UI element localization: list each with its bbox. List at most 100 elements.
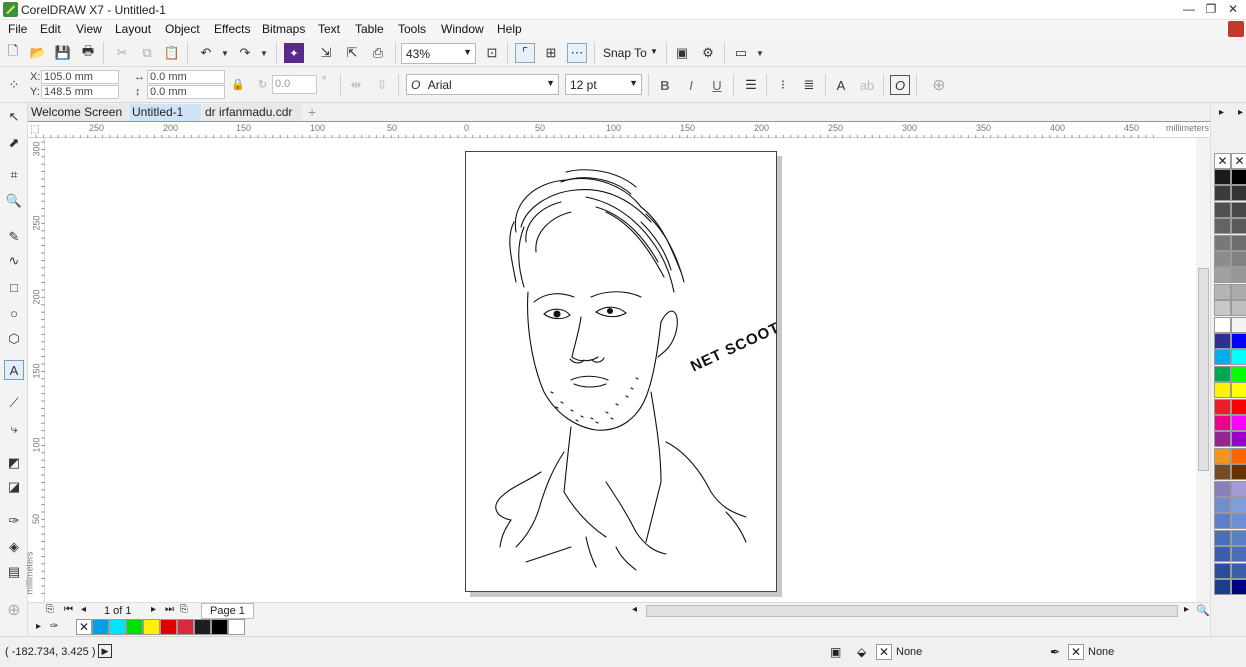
search-content-icon[interactable]: ✦	[284, 43, 304, 63]
snap-to-button[interactable]: Snap To	[603, 46, 647, 60]
launcher-chevron-icon[interactable]: ▼	[750, 43, 770, 63]
tab-dr-irfanmadu[interactable]: dr irfanmadu.cdr	[202, 104, 302, 121]
italic-icon[interactable]: I	[681, 75, 701, 95]
welcome-screen-icon[interactable]: ▣	[672, 43, 692, 63]
bold-icon[interactable]: B	[655, 75, 675, 95]
color-swatch[interactable]	[1214, 349, 1231, 366]
redo-icon[interactable]: ↷	[235, 43, 255, 63]
color-swatch[interactable]	[126, 619, 143, 635]
color-swatch[interactable]	[1231, 169, 1246, 185]
color-swatch[interactable]	[1214, 431, 1231, 448]
paste-icon[interactable]: 📋	[162, 43, 182, 63]
freehand-tool-icon[interactable]: ✎	[4, 227, 24, 247]
add-page-after-icon[interactable]: ⎘	[180, 604, 188, 615]
color-swatch[interactable]	[143, 619, 160, 635]
previous-page-icon[interactable]: ◂	[81, 604, 86, 615]
mirror-horizontal-icon[interactable]: ⇹	[346, 75, 366, 95]
menu-window[interactable]: Window	[441, 22, 484, 36]
menu-help[interactable]: Help	[497, 22, 522, 36]
color-swatch[interactable]	[1231, 316, 1246, 333]
edit-text-icon[interactable]: ab	[857, 75, 877, 95]
color-swatch[interactable]	[1214, 234, 1231, 251]
show-guidelines-icon[interactable]: ⋯	[567, 43, 587, 63]
color-swatch[interactable]	[1214, 185, 1231, 202]
color-swatch[interactable]	[1231, 185, 1246, 202]
print-icon[interactable]: 🖶	[78, 43, 98, 63]
portrait-line-drawing[interactable]	[466, 152, 778, 593]
outline-color-swatch[interactable]: ✕	[1068, 644, 1084, 660]
color-swatch[interactable]	[92, 619, 109, 635]
x-position-input[interactable]: 105.0 mm	[41, 70, 119, 84]
menu-edit[interactable]: Edit	[40, 22, 61, 36]
color-swatch[interactable]	[1214, 300, 1231, 317]
color-swatch[interactable]	[1214, 480, 1231, 497]
no-fill-swatch[interactable]: ✕	[1214, 153, 1231, 169]
opentype-features-icon[interactable]: O	[890, 75, 910, 95]
page-tab[interactable]: Page 1	[201, 603, 254, 619]
menu-bitmaps[interactable]: Bitmaps	[262, 22, 305, 36]
color-swatch[interactable]	[1214, 169, 1231, 185]
menu-object[interactable]: Object	[165, 22, 200, 36]
options-icon[interactable]: ⚙	[698, 43, 718, 63]
cut-icon[interactable]: ✂	[112, 43, 132, 63]
import-icon[interactable]: ⇲	[316, 43, 336, 63]
parallel-dimension-tool-icon[interactable]: ⟋	[4, 393, 24, 413]
color-swatch[interactable]	[1214, 464, 1231, 481]
crop-tool-icon[interactable]: ⌗	[4, 165, 24, 185]
menu-text[interactable]: Text	[318, 22, 340, 36]
y-position-input[interactable]: 148.5 mm	[41, 85, 119, 99]
color-swatch[interactable]	[1231, 333, 1246, 349]
palette-scroll-up-icon[interactable]: ▸	[1238, 107, 1243, 118]
color-swatch[interactable]	[1231, 579, 1246, 595]
palette-scroll-up-icon[interactable]: ▸	[1219, 107, 1224, 118]
color-swatch[interactable]	[1231, 218, 1246, 235]
no-color-swatch[interactable]: ✕	[76, 619, 92, 635]
close-button[interactable]: ✕	[1222, 1, 1244, 18]
underline-icon[interactable]: U	[707, 75, 727, 95]
color-swatch[interactable]	[1214, 267, 1231, 284]
publish-pdf-icon[interactable]: ⎙	[368, 43, 388, 63]
font-size-dropdown[interactable]: 12 pt ▼	[565, 74, 642, 95]
color-swatch[interactable]	[1231, 513, 1246, 530]
color-swatch[interactable]	[1231, 283, 1246, 300]
document-page[interactable]: NET SCOOT	[465, 151, 783, 593]
color-swatch[interactable]	[1214, 447, 1231, 464]
color-swatch[interactable]	[1231, 546, 1246, 563]
connector-tool-icon[interactable]: ⤷	[4, 419, 24, 439]
color-swatch[interactable]	[1231, 447, 1246, 464]
bullet-list-icon[interactable]: ⁝	[773, 75, 793, 95]
color-swatch[interactable]	[1214, 398, 1231, 415]
vertical-ruler[interactable]: 300 250 200 150 100 50 millimeters	[25, 138, 45, 602]
color-swatch[interactable]	[109, 619, 126, 635]
new-document-icon[interactable]: 🗋	[3, 43, 23, 63]
font-list-dropdown[interactable]: O Arial ▼	[406, 74, 559, 95]
artistic-media-tool-icon[interactable]: ∿	[4, 251, 24, 271]
redo-dropdown-icon[interactable]: ▼	[254, 43, 274, 63]
color-swatch[interactable]	[1231, 234, 1246, 251]
color-swatch[interactable]	[1231, 251, 1246, 267]
color-eyedropper-tool-icon[interactable]: ✑	[4, 511, 24, 531]
color-swatch[interactable]	[1214, 316, 1231, 333]
color-swatch[interactable]	[1214, 497, 1231, 513]
zoom-tool-icon[interactable]: 🔍	[4, 191, 24, 211]
drop-cap-icon[interactable]: ≣	[799, 75, 819, 95]
snap-to-chevron-icon[interactable]: ▼	[650, 47, 658, 56]
application-launcher-icon[interactable]: ▭	[731, 43, 751, 63]
last-page-icon[interactable]: ⏭	[165, 604, 174, 615]
transparency-tool-icon[interactable]: ◪	[4, 477, 24, 497]
undo-icon[interactable]: ↶	[196, 43, 216, 63]
tab-untitled-1[interactable]: Untitled-1	[129, 104, 201, 121]
play-icon[interactable]: ▶	[98, 644, 112, 658]
mirror-vertical-icon[interactable]: ⇳	[372, 75, 392, 95]
open-icon[interactable]: 📂	[28, 43, 48, 63]
text-alignment-icon[interactable]: ☰	[741, 75, 761, 95]
color-swatch[interactable]	[1231, 382, 1246, 399]
color-swatch[interactable]	[177, 619, 194, 635]
color-swatch[interactable]	[1231, 398, 1246, 415]
color-swatch[interactable]	[211, 619, 228, 635]
color-swatch[interactable]	[194, 619, 211, 635]
color-swatch[interactable]	[1214, 529, 1231, 546]
menu-view[interactable]: View	[76, 22, 102, 36]
color-swatch[interactable]	[1214, 365, 1231, 382]
horizontal-ruler[interactable]: ⬚ 250 200 150 100 50 0 50 100 150 200 25…	[28, 121, 1210, 139]
